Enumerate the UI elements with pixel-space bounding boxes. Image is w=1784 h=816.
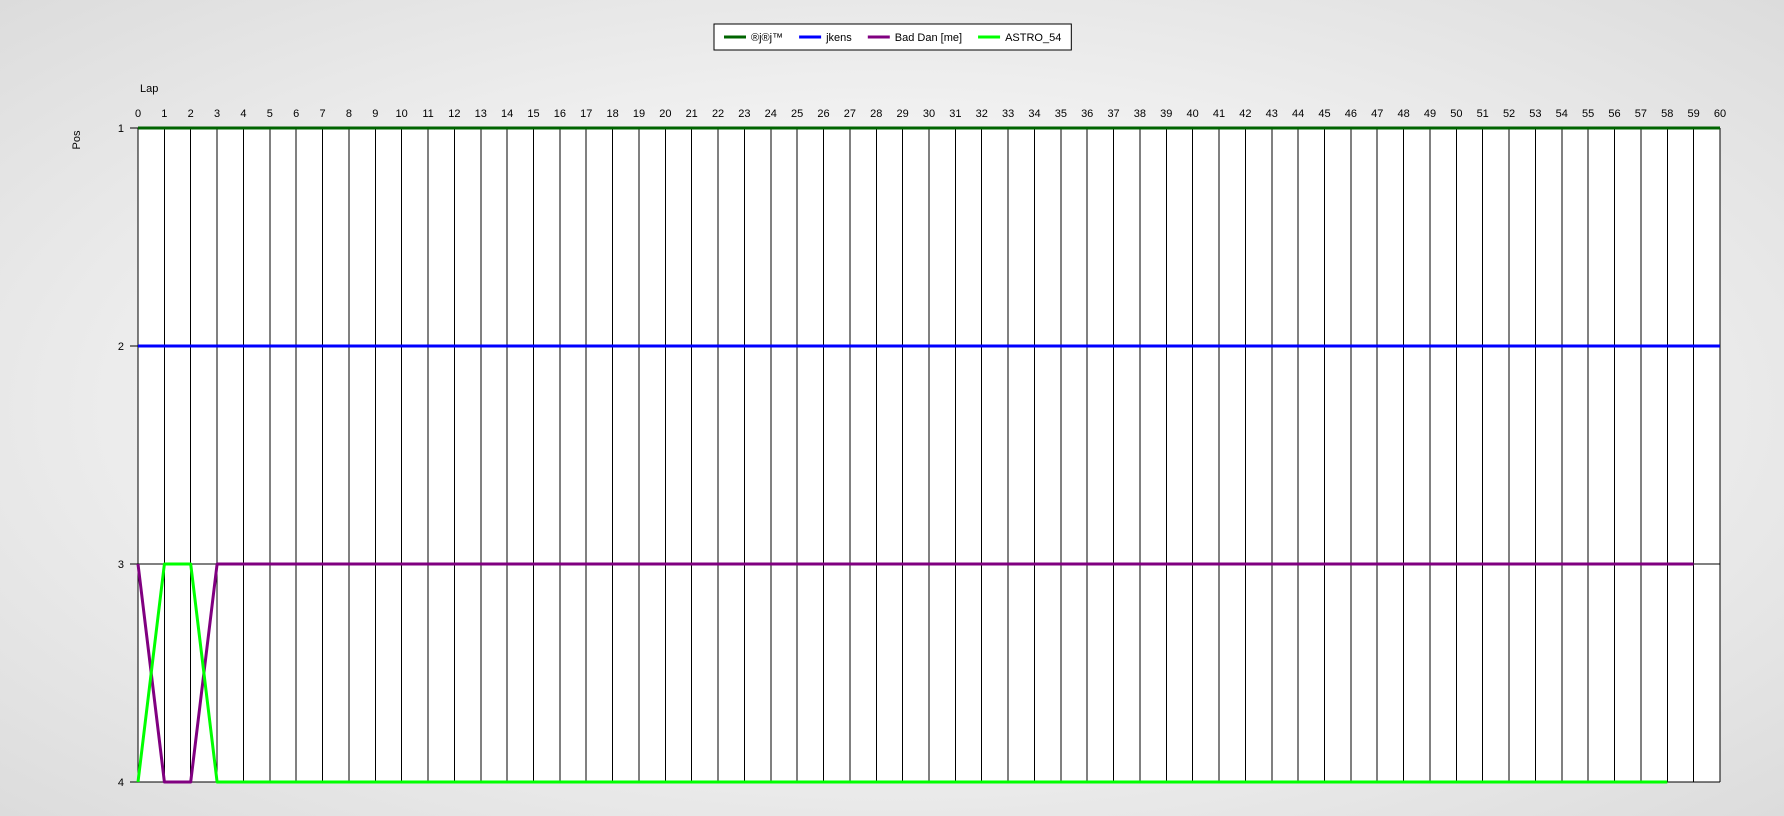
y-axis-title: Pos xyxy=(71,130,83,149)
x-axis-ticks: 0 1 2 3 4 5 6 7 8 9 10 11 12 13 14 15 16 17 18 19 20 21 22 23 24… xyxy=(135,108,1726,120)
x-tick-label: 51 xyxy=(1477,108,1489,120)
x-tick-label: 5 xyxy=(267,108,273,120)
x-tick-label: 33 xyxy=(1002,108,1014,120)
x-tick-label: 43 xyxy=(1266,108,1278,120)
x-tick-label: 22 xyxy=(712,108,724,120)
x-tick-label: 36 xyxy=(1081,108,1093,120)
x-tick-label: 18 xyxy=(606,108,618,120)
x-tick-label: 11 xyxy=(422,108,433,120)
x-tick-label: 53 xyxy=(1529,108,1541,120)
x-tick-label: 54 xyxy=(1556,108,1568,120)
x-tick-label: 37 xyxy=(1107,108,1119,120)
x-tick-label: 60 xyxy=(1714,108,1726,120)
x-tick-label: 34 xyxy=(1028,108,1040,120)
x-tick-label: 26 xyxy=(817,108,829,120)
x-tick-label: 35 xyxy=(1055,108,1067,120)
x-tick-label: 25 xyxy=(791,108,803,120)
legend-label: ®j®j™ xyxy=(751,32,783,44)
x-tick-label: 41 xyxy=(1213,108,1225,120)
y-axis-ticks: 1 2 3 4 xyxy=(118,123,124,789)
x-tick-label: 56 xyxy=(1608,108,1620,120)
y-tick-label: 4 xyxy=(118,777,124,789)
x-tick-label: 24 xyxy=(765,108,777,120)
lap-position-chart: ®j®j™ jkens Bad Dan [me] ASTRO_54 Lap Pos 0… xyxy=(71,23,1726,789)
legend-label: ASTRO_54 xyxy=(1005,32,1061,44)
x-tick-label: 6 xyxy=(293,108,299,120)
x-tick-label: 52 xyxy=(1503,108,1515,120)
x-tick-label: 55 xyxy=(1582,108,1594,120)
x-tick-label: 59 xyxy=(1688,108,1700,120)
x-tick-label: 21 xyxy=(686,108,698,120)
x-tick-label: 48 xyxy=(1397,108,1409,120)
x-tick-label: 23 xyxy=(738,108,750,120)
x-tick-label: 8 xyxy=(346,108,352,120)
legend-label: Bad Dan [me] xyxy=(895,32,962,44)
x-tick-label: 42 xyxy=(1239,108,1251,120)
x-tick-label: 46 xyxy=(1345,108,1357,120)
x-tick-label: 31 xyxy=(949,108,961,120)
x-tick-label: 32 xyxy=(976,108,988,120)
y-tick-label: 2 xyxy=(118,341,124,353)
x-tick-label: 49 xyxy=(1424,108,1436,120)
x-tick-label: 27 xyxy=(844,108,856,120)
x-tick-label: 2 xyxy=(188,108,194,120)
x-tick-label: 9 xyxy=(372,108,378,120)
x-tick-label: 38 xyxy=(1134,108,1146,120)
x-axis-title: Lap xyxy=(140,83,158,95)
x-tick-label: 28 xyxy=(870,108,882,120)
x-tick-label: 57 xyxy=(1635,108,1647,120)
x-tick-label: 12 xyxy=(448,108,460,120)
x-tick-label: 10 xyxy=(396,108,408,120)
legend: ®j®j™ jkens Bad Dan [me] ASTRO_54 xyxy=(713,23,1072,51)
x-tick-label: 14 xyxy=(501,108,513,120)
legend-label: jkens xyxy=(825,32,852,44)
x-tick-label: 19 xyxy=(633,108,645,120)
x-tick-label: 39 xyxy=(1160,108,1172,120)
x-tick-label: 4 xyxy=(240,108,246,120)
x-tick-label: 1 xyxy=(161,108,167,120)
x-tick-label: 7 xyxy=(320,108,326,120)
x-tick-label: 13 xyxy=(475,108,487,120)
x-tick-label: 17 xyxy=(580,108,592,120)
x-tick-label: 44 xyxy=(1292,108,1304,120)
x-tick-label: 50 xyxy=(1450,108,1462,120)
x-tick-label: 45 xyxy=(1318,108,1330,120)
x-tick-label: 40 xyxy=(1187,108,1199,120)
x-tick-label: 3 xyxy=(214,108,220,120)
x-tick-label: 58 xyxy=(1661,108,1673,120)
x-tick-label: 20 xyxy=(659,108,671,120)
x-tick-label: 30 xyxy=(923,108,935,120)
y-tick-label: 3 xyxy=(118,559,124,571)
y-tick-label: 1 xyxy=(118,123,124,135)
x-tick-label: 16 xyxy=(554,108,566,120)
x-tick-label: 0 xyxy=(135,108,141,120)
x-tick-label: 15 xyxy=(527,108,539,120)
x-tick-label: 29 xyxy=(897,108,909,120)
x-tick-label: 47 xyxy=(1371,108,1383,120)
